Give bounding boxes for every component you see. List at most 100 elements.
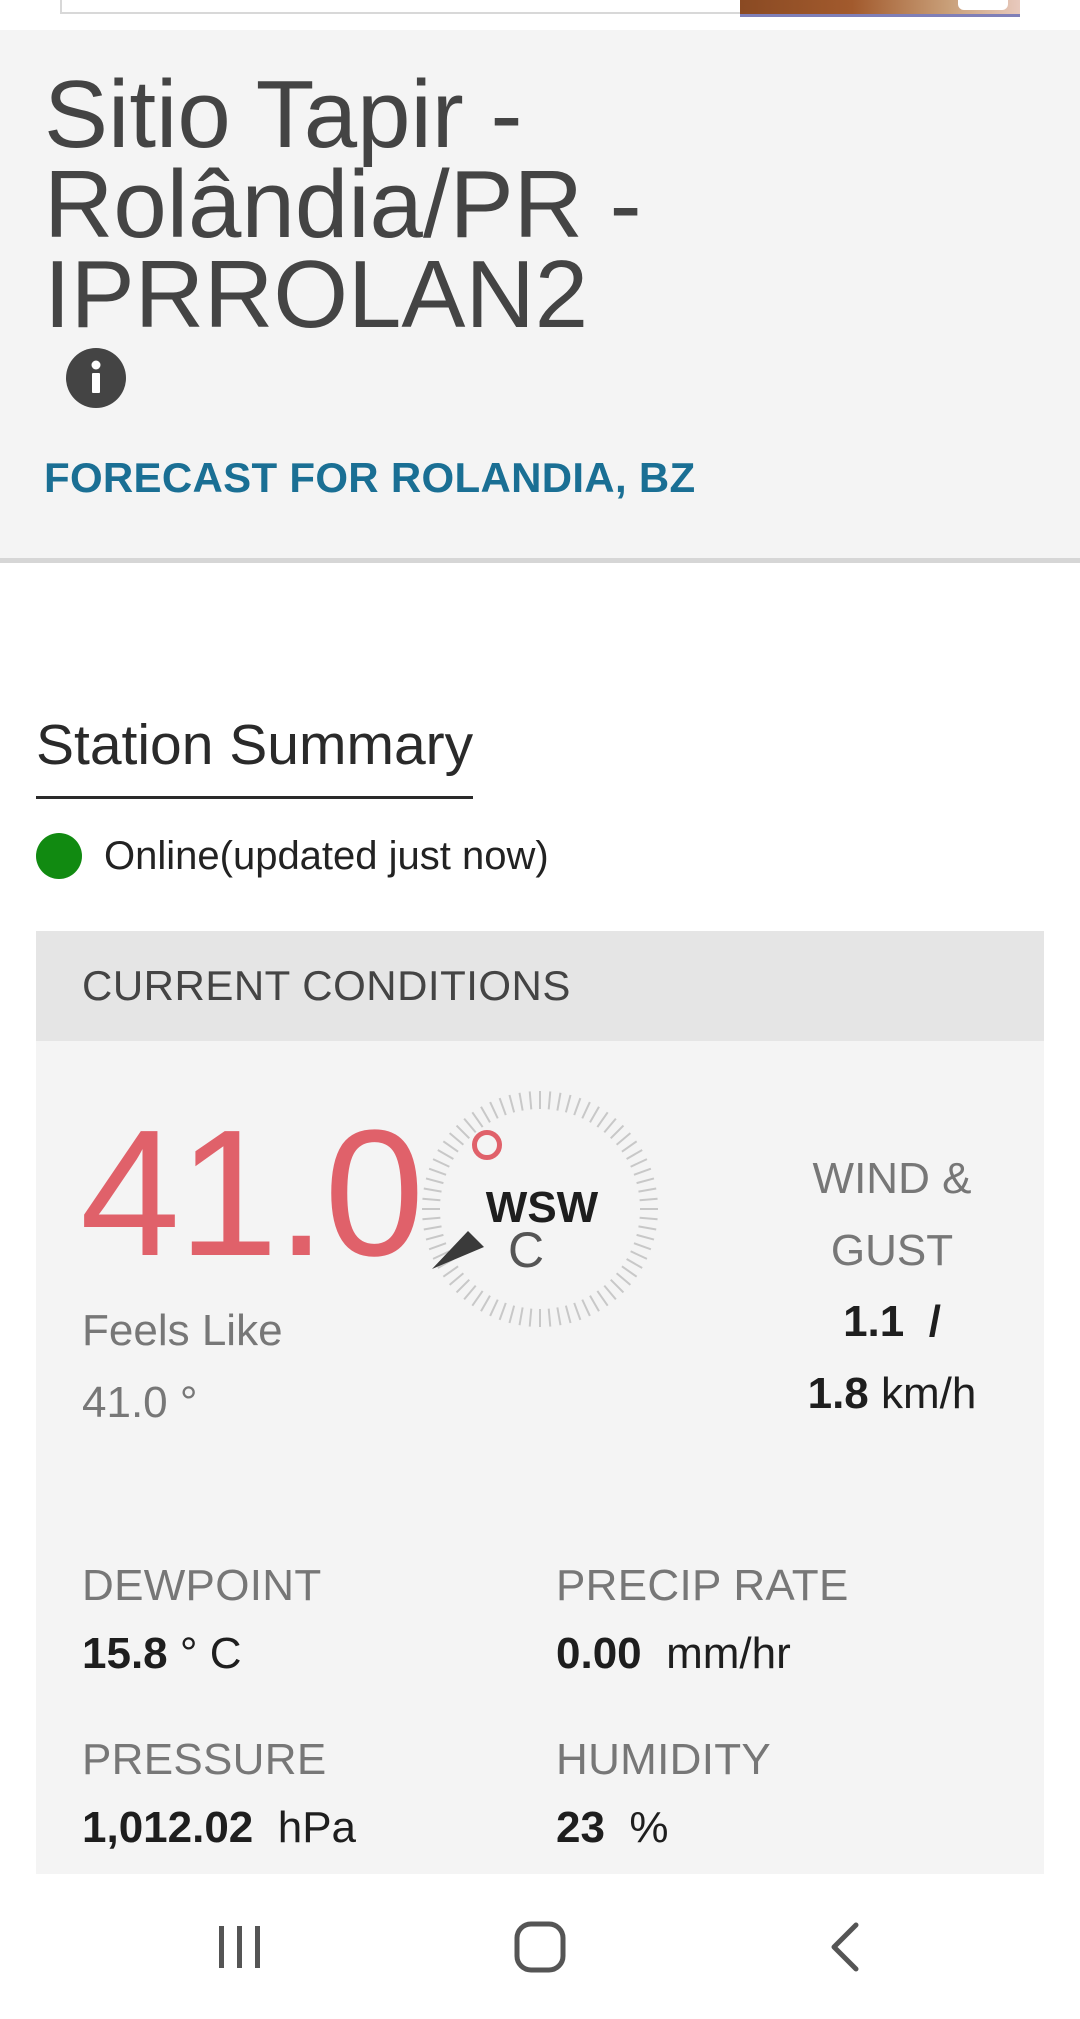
current-conditions-card: CURRENT CONDITIONS 41.0 WSW C Feels Like…: [36, 931, 1044, 1931]
ad-frame: [60, 0, 744, 14]
compass-tick: [556, 1307, 562, 1326]
compass-tick: [564, 1305, 572, 1324]
station-header: Sitio Tapir - Rolândia/PR - IPRROLAN2 FO…: [0, 30, 1080, 563]
compass-tick: [573, 1302, 582, 1321]
compass-tick: [630, 1250, 648, 1260]
compass-tick: [633, 1167, 652, 1176]
compass-tick: [596, 1111, 609, 1128]
compass-tick: [626, 1149, 643, 1160]
compass-tick: [610, 1279, 625, 1294]
back-button[interactable]: [775, 1874, 915, 2019]
wind-speed-value: 1.1: [843, 1297, 905, 1346]
compass-tick: [455, 1124, 470, 1139]
info-icon[interactable]: [66, 348, 126, 408]
temperature-value: 41.0: [80, 1093, 424, 1294]
dewpoint-unit: ° C: [179, 1629, 242, 1678]
compass-tick: [480, 1106, 491, 1123]
compass-tick: [448, 1272, 465, 1286]
compass-tick: [556, 1092, 562, 1111]
compass-tick: [423, 1225, 442, 1231]
system-navigation-bar: [0, 1874, 1080, 2019]
wind-separator: /: [928, 1297, 941, 1346]
wind-label-line2: GUST: [830, 1226, 954, 1275]
station-title: Sitio Tapir - Rolândia/PR - IPRROLAN2: [44, 61, 642, 348]
station-status: Online(updated just now): [36, 832, 549, 880]
compass-tick: [448, 1132, 465, 1146]
precip-rate-label: PRECIP RATE: [556, 1561, 849, 1610]
compass-tick: [621, 1140, 638, 1153]
compass-tick: [639, 1216, 658, 1221]
ad-close-tab[interactable]: [958, 0, 1008, 10]
online-status-dot: [36, 833, 82, 879]
wind-unit: km/h: [881, 1369, 977, 1418]
pressure-label: PRESSURE: [82, 1735, 327, 1784]
wind-gust-label: WIND & GUST: [736, 1143, 1048, 1287]
compass-tick: [471, 1111, 484, 1128]
compass-tick: [630, 1158, 648, 1168]
precip-rate-unit: mm/hr: [666, 1629, 791, 1678]
current-conditions-heading: CURRENT CONDITIONS: [36, 931, 1044, 1041]
compass-tick: [581, 1101, 591, 1119]
wind-gust-values: 1.1 / 1.8 km/h: [736, 1286, 1048, 1430]
compass-tick: [463, 1117, 477, 1134]
compass-tick: [428, 1167, 447, 1176]
compass-tick: [638, 1187, 657, 1193]
wind-gust-value: 1.8: [807, 1369, 869, 1418]
dewpoint-value: 15.8: [82, 1629, 168, 1678]
compass-tick: [455, 1279, 470, 1294]
compass-tick: [437, 1149, 454, 1160]
compass-tick: [528, 1308, 533, 1327]
compass-tick: [589, 1106, 600, 1123]
humidity-metric: HUMIDITY 23 %: [556, 1735, 771, 1853]
compass-tick: [621, 1265, 638, 1278]
compass-tick: [518, 1092, 524, 1111]
compass-tick: [428, 1242, 447, 1251]
compass-tick: [508, 1305, 516, 1324]
compass-tick: [626, 1258, 643, 1269]
compass-tick: [498, 1302, 507, 1321]
pressure-metric: PRESSURE 1,012.02 hPa: [82, 1735, 356, 1853]
compass-tick: [425, 1233, 444, 1241]
compass-tick: [471, 1290, 484, 1307]
pressure-unit: hPa: [277, 1803, 357, 1852]
humidity-value: 23: [556, 1803, 605, 1852]
compass-tick: [547, 1091, 552, 1110]
compass-tick: [463, 1284, 477, 1301]
compass-tick: [489, 1299, 499, 1317]
precip-rate-value: 0.00: [556, 1629, 642, 1678]
compass-tick: [480, 1295, 491, 1312]
compass-tick: [547, 1308, 552, 1327]
compass-tick: [425, 1177, 444, 1185]
feels-like-value: 41.0 °: [82, 1378, 198, 1427]
compass-tick: [603, 1117, 617, 1134]
dewpoint-label: DEWPOINT: [82, 1561, 322, 1610]
compass-tick: [639, 1197, 658, 1202]
recent-apps-button[interactable]: [170, 1874, 310, 2019]
compass-tick: [422, 1197, 441, 1202]
compass-tick: [615, 1132, 632, 1146]
home-button[interactable]: [470, 1874, 610, 2019]
dewpoint-metric: DEWPOINT 15.8 ° C: [82, 1561, 322, 1679]
compass-tick: [564, 1094, 572, 1113]
compass-tick: [432, 1158, 450, 1168]
temperature-unit: C: [508, 1222, 545, 1278]
compass-tick: [518, 1307, 524, 1326]
compass-tick: [489, 1101, 499, 1119]
precip-rate-metric: PRECIP RATE 0.00 mm/hr: [556, 1561, 849, 1679]
compass-tick: [638, 1225, 657, 1231]
info-glyph-icon: [91, 360, 101, 393]
ad-banner[interactable]: [0, 0, 1080, 30]
temperature-degree-symbol: [472, 1130, 502, 1160]
feels-like-label: Feels Like: [82, 1306, 283, 1355]
compass-tick: [498, 1097, 507, 1116]
compass-tick: [573, 1097, 582, 1116]
compass-tick: [615, 1272, 632, 1286]
tab-station-summary[interactable]: Station Summary: [36, 712, 474, 799]
compass-tick: [442, 1140, 459, 1153]
humidity-label: HUMIDITY: [556, 1735, 772, 1784]
back-icon: [831, 1922, 859, 1971]
compass-tick: [442, 1265, 459, 1278]
forecast-link[interactable]: FORECAST FOR ROLANDIA, BZ: [44, 454, 695, 502]
compass-tick: [589, 1295, 600, 1312]
compass-tick: [603, 1284, 617, 1301]
